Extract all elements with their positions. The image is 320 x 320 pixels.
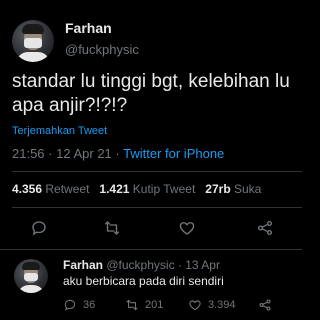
reply-reply-button[interactable]: 36 bbox=[63, 298, 95, 312]
reply-count: 36 bbox=[83, 299, 96, 311]
dot-separator: · bbox=[48, 146, 57, 161]
reply-icon bbox=[64, 299, 76, 311]
avatar-mask bbox=[24, 273, 38, 281]
quotes-count: 1.421 bbox=[99, 182, 130, 196]
divider bbox=[12, 207, 302, 208]
translate-link[interactable]: Terjemahkan Tweet bbox=[12, 125, 107, 137]
reply-display-name: Farhan bbox=[63, 258, 104, 272]
tweet-date: 12 Apr 21 bbox=[56, 146, 112, 161]
quotes-stat[interactable]: 1.421 Kutip Tweet bbox=[99, 182, 198, 196]
share-button[interactable] bbox=[256, 219, 274, 237]
share-icon bbox=[257, 220, 273, 236]
reply-date: 13 Apr bbox=[185, 258, 220, 272]
reply-share-button[interactable] bbox=[258, 298, 272, 312]
like-icon bbox=[179, 222, 195, 235]
like-button[interactable] bbox=[178, 219, 196, 237]
avatar-mask bbox=[24, 38, 42, 48]
divider bbox=[12, 171, 302, 172]
reply-icon bbox=[32, 221, 46, 236]
likes-count: 27rb bbox=[205, 182, 231, 196]
avatar-hair bbox=[22, 262, 40, 270]
reply-retweet-count: 201 bbox=[145, 299, 164, 311]
tweet-text: standar lu tinggi bgt, kelebihan lu apa … bbox=[12, 71, 290, 116]
retweet-icon bbox=[126, 299, 138, 311]
avatar-shirt bbox=[17, 285, 45, 293]
reply-handle: @fuckphysic bbox=[106, 258, 175, 272]
handle[interactable]: @fuckphysic bbox=[65, 42, 139, 57]
quotes-label: Kutip Tweet bbox=[132, 182, 196, 196]
dot-separator: · bbox=[115, 146, 124, 161]
reply-button[interactable] bbox=[30, 219, 48, 237]
retweets-stat[interactable]: 4.356 Retweet bbox=[12, 182, 93, 196]
timestamp-row: 21:56 · 12 Apr 21 · Twitter for iPhone bbox=[12, 146, 224, 161]
dot-separator: · bbox=[177, 258, 182, 272]
reply-avatar[interactable] bbox=[14, 259, 48, 293]
likes-stat[interactable]: 27rb Suka bbox=[205, 182, 261, 196]
avatar[interactable] bbox=[12, 20, 54, 62]
share-icon bbox=[259, 299, 271, 311]
source-link[interactable]: Twitter for iPhone bbox=[123, 146, 224, 161]
stats-row: 4.356 Retweet 1.421 Kutip Tweet 27rb Suk… bbox=[12, 182, 261, 196]
avatar-hair bbox=[22, 24, 44, 34]
likes-label: Suka bbox=[234, 182, 262, 196]
reply-text: aku berbicara pada diri sendiri bbox=[63, 274, 224, 288]
reply-header[interactable]: Farhan @fuckphysic · 13 Apr bbox=[63, 258, 220, 272]
display-name[interactable]: Farhan bbox=[65, 20, 112, 36]
reply-like-button[interactable]: 3.394 bbox=[188, 298, 236, 312]
reply-like-count: 3.394 bbox=[208, 299, 236, 311]
retweets-count: 4.356 bbox=[12, 182, 43, 196]
tweet-time: 21:56 bbox=[12, 146, 45, 161]
retweet-button[interactable] bbox=[103, 219, 121, 237]
reply-retweet-button[interactable]: 201 bbox=[125, 298, 163, 312]
like-icon bbox=[189, 300, 201, 311]
retweet-icon bbox=[104, 221, 120, 235]
retweets-label: Retweet bbox=[45, 182, 90, 196]
avatar-shirt bbox=[16, 52, 50, 62]
divider bbox=[0, 249, 302, 250]
